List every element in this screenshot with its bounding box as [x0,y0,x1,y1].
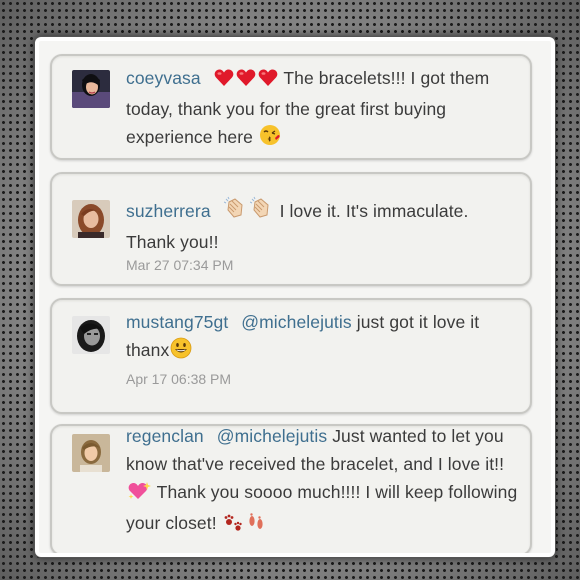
comment-text: suzherrera I love it. It's immaculate. T… [126,196,518,256]
paw-prints-icon [223,512,245,540]
comment-card: coeyvasa The bracelets!!! I got them tod… [50,54,532,160]
mention-link[interactable]: @michelejutis [217,426,328,446]
comment-timestamp: Apr 17 06:38 PM [126,371,232,387]
user-avatar[interactable] [72,434,110,472]
user-avatar[interactable] [72,200,110,238]
username-link[interactable]: coeyvasa [126,68,201,88]
mention-link[interactable]: @michelejutis [241,312,352,332]
sparkling-heart-icon [127,481,151,509]
comment-card: mustang75gt @michelejutis just got it lo… [50,298,532,414]
red-heart-icon [214,67,234,95]
comment-text: coeyvasa The bracelets!!! I got them tod… [126,64,518,154]
username-link[interactable]: regenclan [126,426,204,446]
comment-text: regenclan @michelejutis Just wanted to l… [126,426,518,540]
username-link[interactable]: suzherrera [126,201,211,221]
user-avatar[interactable] [72,70,110,108]
user-avatar[interactable] [72,316,110,354]
clapping-hands-icon [249,196,274,228]
comment-card: regenclan @michelejutis Just wanted to l… [50,424,532,553]
comment-body-continued: Thank you soooo much!!!! I will keep fol… [126,482,518,533]
comments-panel: coeyvasa The bracelets!!! I got them tod… [35,37,555,557]
comment-text: mustang75gt @michelejutis just got it lo… [126,308,518,367]
red-heart-icon [258,67,278,95]
footprints-icon [247,512,265,540]
comment-timestamp: Mar 27 07:34 PM [126,257,234,273]
username-link[interactable]: mustang75gt [126,312,228,332]
clapping-hands-icon [223,196,248,228]
comment-card: suzherrera I love it. It's immaculate. T… [50,172,532,286]
smiley-face-icon [170,337,192,367]
red-heart-icon [236,67,256,95]
kissing-face-icon [259,124,281,154]
